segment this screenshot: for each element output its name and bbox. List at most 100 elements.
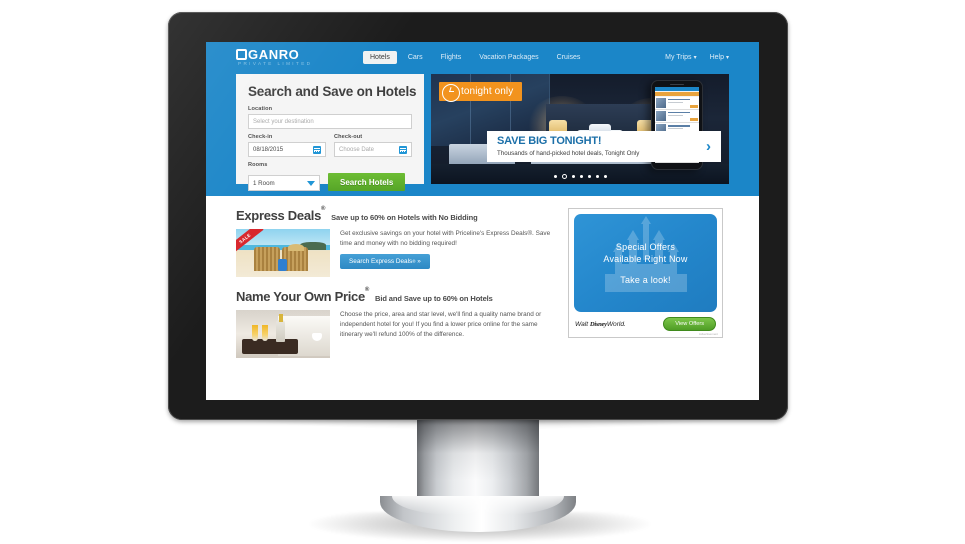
name-your-own-price-subtitle: Bid and Save up to 60% on Hotels: [375, 294, 493, 303]
promotions-column: Express Deals® Save up to 60% on Hotels …: [236, 205, 556, 358]
carousel-dot[interactable]: [603, 175, 607, 178]
location-input[interactable]: Select your destination: [248, 114, 412, 129]
location-placeholder: Select your destination: [253, 118, 314, 125]
disney-suffix: World.: [606, 320, 626, 328]
hero-cta-strip[interactable]: SAVE BIG TONIGHT! Thousands of hand-pick…: [487, 131, 721, 162]
search-panel-title: Search and Save on Hotels: [248, 84, 417, 99]
checkout-field-group: Check-out Choose Date: [334, 134, 412, 157]
search-hotels-button[interactable]: Search Hotels: [328, 173, 406, 191]
ad-credit-label: Advertisement: [698, 332, 718, 336]
rooms-field-group: Rooms: [248, 162, 412, 168]
search-express-deals-button[interactable]: Search Express Deals ® »: [340, 253, 430, 269]
chevron-right-icon[interactable]: ›: [700, 139, 711, 154]
registered-mark: ®: [321, 205, 326, 212]
nav-item-cruises[interactable]: Cruises: [550, 51, 588, 64]
sidebar-column: Special Offers Available Right Now Take …: [568, 208, 723, 358]
express-deals-copy: Get exclusive savings on your hotel with…: [340, 229, 556, 277]
rooms-select[interactable]: 1 Room: [248, 175, 320, 191]
nav-item-cars[interactable]: Cars: [401, 51, 430, 64]
rooms-and-submit-row: 1 Room Search Hotels: [248, 173, 412, 191]
disney-wordmark: Disney: [589, 320, 607, 328]
logo-tagline: Private Limited: [238, 61, 313, 66]
hero-carousel[interactable]: tonight only SAVE BIG TONIGHT! Thousands…: [431, 74, 729, 184]
name-your-own-price-heading: Name Your Own Price® Bid and Save up to …: [236, 286, 556, 304]
checkout-input[interactable]: Choose Date: [334, 142, 412, 157]
site-header: GANRO Private Limited Hotels Cars Flight…: [206, 42, 759, 74]
carousel-dot[interactable]: [587, 175, 591, 178]
location-field-group: Location Select your destination: [248, 106, 412, 129]
nav-item-vacation-packages[interactable]: Vacation Packages: [472, 51, 545, 64]
double-chevron-icon: »: [417, 257, 421, 265]
nav-item-help[interactable]: Help ▾: [710, 51, 729, 64]
chevron-down-icon: ▾: [725, 55, 729, 61]
ad-footer: Walt DisneyWorld. View Offers: [574, 317, 717, 331]
location-label: Location: [248, 106, 273, 112]
registered-mark: ®: [412, 258, 416, 264]
view-offers-button[interactable]: View Offers: [663, 317, 716, 331]
rooms-label: Rooms: [248, 162, 268, 168]
carousel-dot-active[interactable]: [561, 174, 567, 179]
checkin-label: Check-in: [248, 134, 273, 140]
hero-title: SAVE BIG TONIGHT!: [497, 135, 602, 148]
screenshot-stage: GANRO Private Limited Hotels Cars Flight…: [0, 0, 965, 544]
carousel-dot[interactable]: [579, 175, 583, 178]
hero-cta-text: SAVE BIG TONIGHT! Thousands of hand-pick…: [497, 135, 700, 157]
express-deals-description: Get exclusive savings on your hotel with…: [340, 230, 551, 247]
main-content: Express Deals® Save up to 60% on Hotels …: [206, 196, 759, 358]
carousel-dot[interactable]: [571, 175, 575, 178]
my-trips-label: My Trips: [665, 54, 692, 61]
express-deals-title: Express Deals®: [236, 205, 326, 223]
monitor-bezel: GANRO Private Limited Hotels Cars Flight…: [168, 12, 788, 420]
monitor-chin: [206, 400, 759, 416]
carousel-dot[interactable]: [553, 175, 557, 178]
name-your-own-price-copy: Choose the price, area and star level, w…: [340, 310, 556, 358]
express-deals-subtitle: Save up to 60% on Hotels with No Bidding: [331, 213, 478, 222]
search-express-deals-label: Search Express Deals: [349, 257, 413, 265]
utility-navigation: My Trips ▾ Help ▾: [665, 51, 729, 64]
monitor-screen: GANRO Private Limited Hotels Cars Flight…: [206, 42, 759, 400]
square-o-icon: [236, 49, 247, 60]
website-viewport: GANRO Private Limited Hotels Cars Flight…: [206, 42, 759, 400]
site-logo[interactable]: GANRO Private Limited: [236, 48, 312, 67]
express-deals-title-text: Express Deals: [236, 208, 321, 223]
chevron-down-icon: [307, 180, 315, 186]
checkin-input[interactable]: 08/18/2015: [248, 142, 326, 157]
express-deals-thumbnail: SALE: [236, 229, 330, 277]
hero-section: Search and Save on Hotels Location Selec…: [206, 74, 759, 191]
clock-icon: [442, 83, 460, 102]
calendar-icon[interactable]: [313, 145, 321, 154]
name-your-own-price-section: Name Your Own Price® Bid and Save up to …: [236, 286, 556, 358]
nav-item-flights[interactable]: Flights: [434, 51, 469, 64]
carousel-dot[interactable]: [595, 175, 599, 178]
hotel-search-panel: Search and Save on Hotels Location Selec…: [236, 74, 424, 191]
nav-item-my-trips[interactable]: My Trips ▾: [665, 51, 696, 64]
walt-disney-world-logo: Walt DisneyWorld.: [575, 321, 626, 328]
checkout-placeholder: Choose Date: [339, 146, 375, 153]
checkout-label: Check-out: [334, 134, 363, 140]
name-your-own-price-title-text: Name Your Own Price: [236, 289, 365, 304]
help-label: Help: [709, 54, 724, 61]
hero-subtitle: Thousands of hand-picked hotel deals, To…: [497, 149, 640, 157]
advertisement-card[interactable]: Special Offers Available Right Now Take …: [568, 208, 723, 338]
express-deals-body: SALE Get exclusive savings on your hotel…: [236, 229, 556, 277]
chevron-down-icon: ▾: [693, 55, 697, 61]
name-your-own-price-title: Name Your Own Price®: [236, 286, 370, 304]
rooms-value: 1 Room: [253, 179, 275, 187]
name-your-own-price-description: Choose the price, area and star level, w…: [340, 311, 542, 338]
tonight-only-label: tonight only: [461, 86, 514, 97]
registered-mark: ®: [364, 286, 370, 293]
logo-text: GANRO: [248, 47, 300, 62]
castle-icon: [604, 216, 687, 292]
ad-banner[interactable]: Special Offers Available Right Now Take …: [574, 214, 717, 312]
name-your-own-price-thumbnail: [236, 310, 330, 358]
checkin-field-group: Check-in 08/18/2015: [248, 134, 326, 157]
main-navigation: Hotels Cars Flights Vacation Packages Cr…: [363, 51, 587, 64]
name-your-own-price-body: Choose the price, area and star level, w…: [236, 310, 556, 358]
nav-item-hotels[interactable]: Hotels: [363, 51, 397, 64]
disney-prefix: Walt: [575, 320, 589, 328]
calendar-icon[interactable]: [399, 145, 407, 154]
checkin-value: 08/18/2015: [253, 146, 284, 153]
tonight-only-badge: tonight only: [439, 82, 523, 102]
date-fields-row: Check-in 08/18/2015 Check-out Choose Dat…: [248, 134, 412, 157]
express-deals-section: Express Deals® Save up to 60% on Hotels …: [236, 205, 556, 277]
